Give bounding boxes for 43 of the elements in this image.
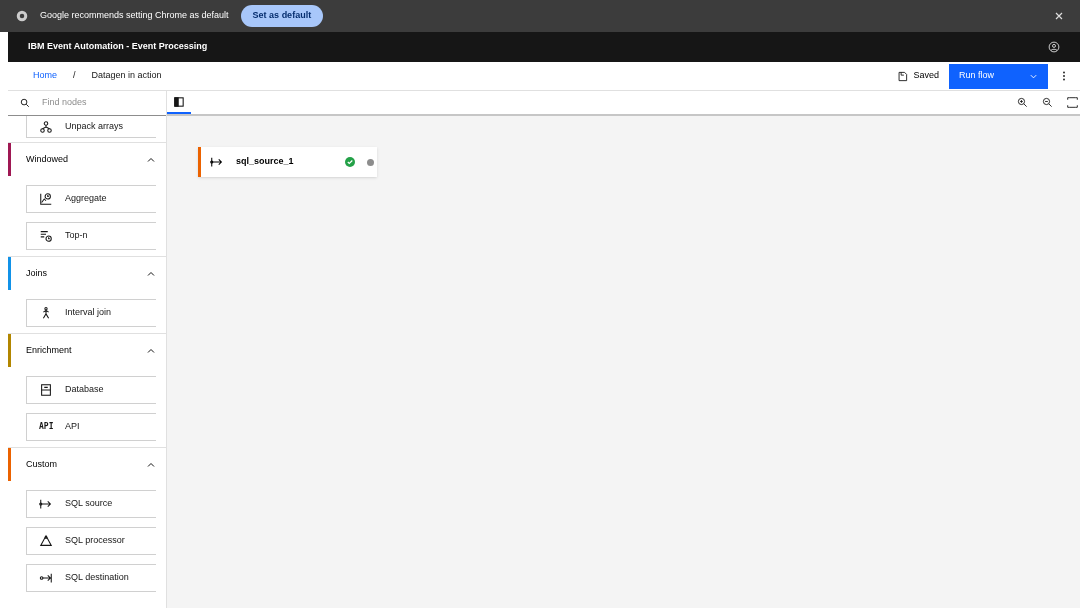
fit-to-screen-icon[interactable] xyxy=(1067,97,1078,108)
output-port-icon[interactable] xyxy=(367,158,374,166)
breadcrumb-separator: / xyxy=(73,69,76,83)
category-label: Enrichment xyxy=(26,343,72,357)
flow-node[interactable]: sql_source_1 xyxy=(198,147,377,177)
user-avatar-icon[interactable] xyxy=(1048,41,1060,53)
node-palette-item[interactable]: API API xyxy=(26,413,156,441)
run-flow-button[interactable]: Run flow xyxy=(949,63,1048,89)
close-icon[interactable] xyxy=(1054,11,1064,21)
set-default-button[interactable]: Set as default xyxy=(240,5,324,27)
sidebar-toggle-icon xyxy=(174,96,184,107)
category-label: Joins xyxy=(26,266,47,280)
notification-message: Google recommends setting Chrome as default xyxy=(40,9,229,23)
save-status-icon xyxy=(897,70,909,82)
database-icon xyxy=(39,383,53,397)
source-arrow-icon xyxy=(210,155,224,169)
search-icon xyxy=(20,98,30,108)
breadcrumb-current: Datagen in action xyxy=(91,69,162,83)
search-field[interactable]: Find nodes xyxy=(42,96,152,110)
category-label: Windowed xyxy=(26,152,69,166)
destination-arrow-icon xyxy=(39,571,53,585)
node-palette-item[interactable]: Aggregate xyxy=(26,185,156,213)
zoom-in-icon[interactable] xyxy=(1017,97,1028,108)
category-label: Custom xyxy=(26,457,57,471)
save-status: Saved xyxy=(913,69,939,83)
breadcrumb-link[interactable]: Home xyxy=(33,69,57,83)
node-palette-item[interactable]: SQL destination xyxy=(26,564,156,592)
source-arrow-icon xyxy=(39,497,53,511)
node-palette-item[interactable]: Database xyxy=(26,376,156,404)
triangle-icon xyxy=(39,534,53,548)
node-palette-item[interactable]: SQL source xyxy=(26,490,156,518)
nodes-icon xyxy=(39,119,53,134)
app-title: IBM Event Automation - Event Processing xyxy=(28,40,208,54)
api-icon: API xyxy=(39,421,53,433)
zoom-out-icon[interactable] xyxy=(1042,97,1053,108)
node-palette-item[interactable]: Unpack arrays xyxy=(26,116,156,138)
node-palette-item[interactable]: SQL processor xyxy=(26,527,156,555)
chart-clock-icon xyxy=(39,192,53,206)
node-palette-item[interactable]: Top-n xyxy=(26,222,156,250)
list-clock-icon xyxy=(39,229,53,243)
node-palette-item[interactable]: Interval join xyxy=(26,299,156,327)
browser-logo-icon xyxy=(16,10,28,22)
node-label: sql_source_1 xyxy=(236,155,295,169)
